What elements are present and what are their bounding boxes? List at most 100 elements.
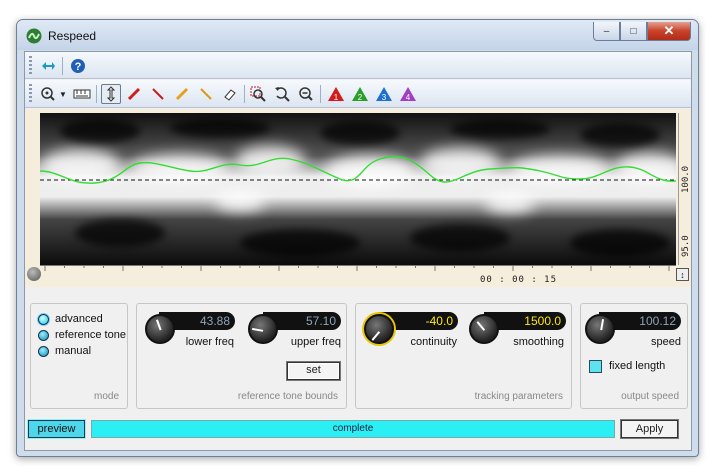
speed-label: speed	[651, 336, 681, 348]
hand-scroll-icon	[106, 86, 116, 102]
toolbar-separator	[96, 85, 97, 103]
close-button[interactable]: ✕	[647, 22, 691, 41]
client-area: ? ▼ 1 2 3 4 100.0 95.0 00: 00: 15 ↕ ad…	[24, 51, 692, 451]
bottom-bar: preview complete Apply	[25, 417, 691, 441]
panel-label: reference tone bounds	[237, 391, 338, 402]
window-title: Respeed	[48, 29, 97, 43]
hand-scroll-button[interactable]	[101, 84, 121, 104]
zoom-reset-icon	[275, 87, 290, 102]
zoom-menu-button[interactable]	[39, 85, 57, 103]
marker-2-icon: 2	[352, 87, 368, 102]
radio-label: advanced	[55, 313, 103, 325]
upper-freq-label: upper freq	[290, 336, 341, 348]
ruler-icon	[73, 89, 91, 99]
radio-advanced[interactable]	[38, 313, 49, 325]
zoom-reset-button[interactable]	[273, 85, 291, 103]
smoothing-label: smoothing	[513, 336, 564, 348]
minimize-button[interactable]: –	[593, 22, 620, 41]
mode-panel: advanced reference tone manual mode	[30, 303, 128, 409]
speed-knob[interactable]	[585, 314, 615, 344]
time-axis	[40, 265, 676, 271]
close-icon: ✕	[663, 23, 675, 38]
minimize-icon: –	[603, 25, 610, 37]
radio-manual[interactable]	[38, 345, 49, 357]
toolbar-tools: ▼ 1 2 3 4	[25, 80, 691, 108]
toolbar-top: ?	[25, 52, 691, 79]
marker-2-button[interactable]: 2	[351, 85, 369, 103]
line-red-button[interactable]	[149, 85, 167, 103]
continuity-knob[interactable]	[364, 314, 394, 344]
svg-text:2: 2	[358, 93, 363, 102]
knob-needle	[371, 331, 381, 341]
panel-label: output speed	[621, 391, 679, 402]
fixed-length-checkbox[interactable]	[589, 360, 602, 373]
fixed-length-label: fixed length	[609, 360, 666, 372]
mode-option-advanced[interactable]: advanced	[38, 313, 103, 325]
maximize-button[interactable]: □	[620, 22, 647, 41]
vertical-zoom-icon: ↕	[680, 269, 685, 280]
chevron-down-icon: ▼	[59, 89, 67, 99]
toolbar-separator	[62, 57, 63, 75]
svg-text:4: 4	[406, 93, 411, 102]
panel-label: mode	[93, 391, 119, 402]
reference-tone-bounds-panel: 43.88 lower freq 57.10 upper freq set re…	[136, 303, 347, 409]
line-orange-icon	[200, 88, 212, 100]
overview-toggle-button[interactable]	[27, 267, 41, 281]
marker-1-button[interactable]: 1	[327, 85, 345, 103]
panel-label: tracking parameters	[474, 391, 563, 402]
axis-label-95: 95.0	[681, 235, 691, 257]
radio-label: reference tone	[55, 329, 126, 341]
knob-needle	[155, 319, 162, 331]
progress-bar: complete	[91, 420, 615, 438]
mode-option-reference-tone[interactable]: reference tone	[38, 329, 126, 341]
zoom-dropdown-button[interactable]: ▼	[58, 85, 68, 103]
respeed-logo-icon	[26, 28, 42, 44]
eraser-button[interactable]	[221, 85, 239, 103]
frequency-axis: 100.0 95.0	[678, 113, 691, 265]
help-button[interactable]: ?	[69, 57, 87, 75]
line-orange-button[interactable]	[197, 85, 215, 103]
upper-freq-knob[interactable]	[248, 314, 278, 344]
pin-icon	[42, 62, 55, 70]
marker-3-button[interactable]: 3	[375, 85, 393, 103]
marker-4-icon: 4	[400, 87, 416, 102]
toolbar-grip[interactable]	[29, 84, 32, 103]
zoom-out-icon	[299, 87, 313, 101]
zoom-menu-icon	[41, 87, 55, 101]
marker-1-icon: 1	[328, 87, 344, 102]
lower-freq-label: lower freq	[185, 336, 234, 348]
vertical-zoom-button[interactable]: ↕	[676, 268, 689, 281]
zoom-out-button[interactable]	[297, 85, 315, 103]
knob-needle	[252, 327, 264, 332]
output-speed-panel: 100.12 speed fixed length output speed	[580, 303, 688, 409]
line-red-icon	[152, 88, 164, 100]
toolbar-separator	[244, 85, 245, 103]
window-controls: – □ ✕	[593, 22, 691, 41]
pencil-orange-button[interactable]	[173, 85, 191, 103]
spectrogram-area: 100.0 95.0 00 : 00 : 15 ↕	[25, 109, 691, 287]
marker-4-button[interactable]: 4	[399, 85, 417, 103]
eraser-icon	[224, 89, 236, 101]
svg-text:3: 3	[382, 93, 387, 102]
maximize-icon: □	[630, 25, 637, 37]
radio-label: manual	[55, 345, 92, 357]
ruler-button[interactable]	[73, 85, 91, 103]
title-bar[interactable]: Respeed – □ ✕	[17, 20, 698, 50]
preview-button[interactable]: preview	[28, 420, 85, 438]
zoom-selection-button[interactable]	[249, 85, 267, 103]
lower-freq-knob[interactable]	[145, 314, 175, 344]
pencil-red-button[interactable]	[125, 85, 143, 103]
apply-button[interactable]: Apply	[621, 420, 678, 438]
axis-label-100: 100.0	[681, 165, 691, 193]
continuity-label: continuity	[410, 336, 457, 348]
toolbar-separator	[320, 85, 321, 103]
smoothing-knob[interactable]	[469, 314, 499, 344]
knob-needle	[476, 321, 486, 331]
pin-button[interactable]	[39, 57, 57, 75]
mode-option-manual[interactable]: manual	[38, 345, 91, 357]
set-button[interactable]: set	[287, 362, 340, 380]
spectrogram-canvas[interactable]	[40, 113, 676, 265]
radio-reference-tone[interactable]	[38, 329, 49, 341]
knob-needle	[600, 319, 605, 331]
toolbar-grip[interactable]	[29, 56, 32, 75]
